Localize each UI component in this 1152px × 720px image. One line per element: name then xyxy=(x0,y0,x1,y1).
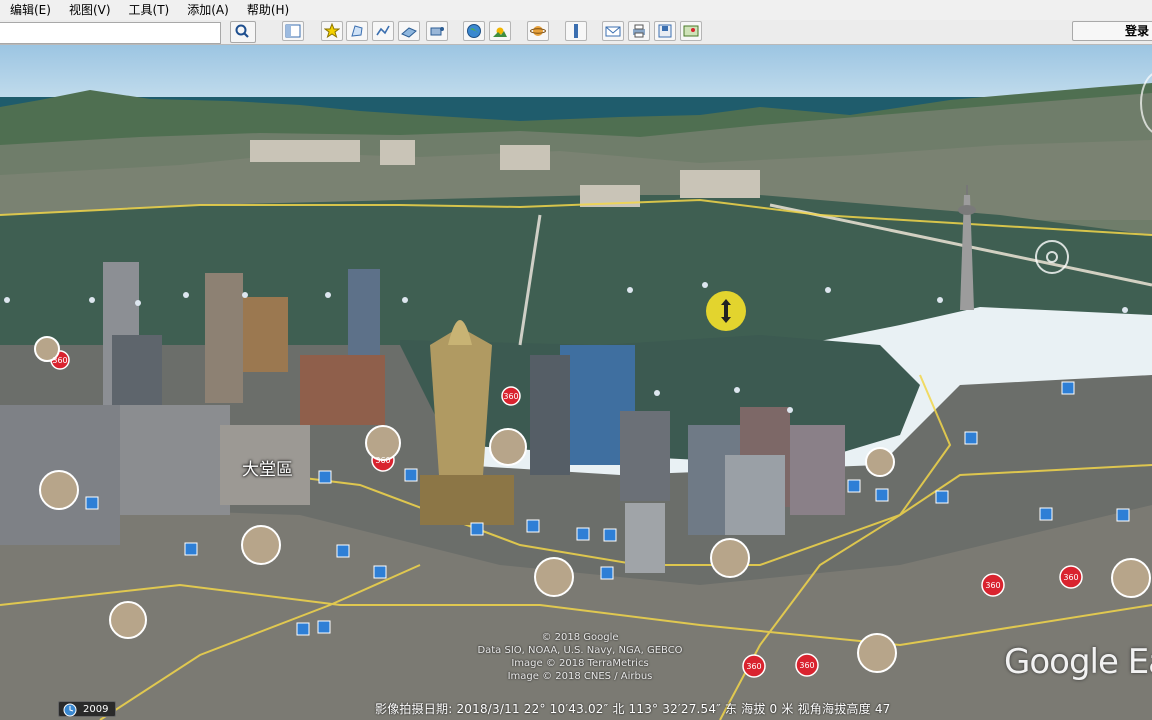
menu-edit[interactable]: 编辑(E) xyxy=(0,1,59,19)
record-tour-button[interactable] xyxy=(426,21,448,41)
planet-icon xyxy=(530,26,546,36)
polygon-icon xyxy=(351,25,363,37)
sidebar-button[interactable] xyxy=(282,21,304,41)
bay-water xyxy=(0,195,1152,365)
search-icon xyxy=(235,24,249,38)
historical-imagery-year[interactable]: 2009 xyxy=(58,701,116,717)
search-button[interactable] xyxy=(230,21,256,43)
login-button[interactable]: 登录 xyxy=(1072,21,1152,41)
overlay-icon xyxy=(401,27,417,38)
tour-icon xyxy=(430,27,444,36)
email-button[interactable] xyxy=(602,21,624,41)
copyright-line: Data SIO, NOAA, U.S. Navy, NGA, GEBCO xyxy=(477,645,683,656)
menu-tools[interactable]: 工具(T) xyxy=(119,1,178,19)
toolbar: 登录 xyxy=(0,20,1152,45)
print-icon xyxy=(633,24,645,38)
status-coordinates: 影像拍摄日期: 2018/3/11 22° 10′43.02″ 北 113° 3… xyxy=(375,702,891,716)
add-polygon-button[interactable] xyxy=(346,21,368,41)
tilt-cursor xyxy=(706,291,746,331)
add-overlay-button[interactable] xyxy=(398,21,420,41)
sidebar-icon xyxy=(285,24,301,38)
placemark-icon xyxy=(324,23,340,39)
view-in-maps-icon xyxy=(683,25,699,37)
earth-icon xyxy=(467,24,481,38)
sunlight-icon xyxy=(493,27,507,37)
badge-360-label: 360 xyxy=(746,662,761,671)
path-icon xyxy=(376,25,390,36)
save-image-button[interactable] xyxy=(654,21,676,41)
print-button[interactable] xyxy=(628,21,650,41)
ruler-button[interactable] xyxy=(565,21,587,41)
copyright-line: © 2018 Google xyxy=(541,632,619,643)
badge-360-label: 360 xyxy=(985,581,1000,590)
copyright-line: Image © 2018 CNES / Airbus xyxy=(507,671,653,682)
imagery-copyright: © 2018 Google Data SIO, NOAA, U.S. Navy,… xyxy=(440,631,720,683)
email-icon xyxy=(605,26,621,37)
menu-bar: 编辑(E) 视图(V) 工具(T) 添加(A) 帮助(H) xyxy=(0,0,1152,20)
copyright-line: Image © 2018 TerraMetrics xyxy=(511,658,649,669)
add-path-button[interactable] xyxy=(372,21,394,41)
add-placemark-button[interactable] xyxy=(321,21,343,41)
status-bar: 2009 影像拍摄日期: 2018/3/11 22° 10′43.02″ 北 1… xyxy=(0,698,1152,720)
badge-360-label: 360 xyxy=(1063,573,1078,582)
map-viewport[interactable]: 360 360 360 360 360 360 360 大堂區 © 2018 Google … xyxy=(0,45,1152,720)
badge-360-label: 360 xyxy=(375,456,390,465)
switch-planet-button[interactable] xyxy=(527,21,549,41)
year-label: 2009 xyxy=(83,704,109,715)
aerial-scene: 360 360 360 360 360 360 360 xyxy=(0,83,1152,720)
menu-view[interactable]: 视图(V) xyxy=(59,1,119,19)
clock-icon xyxy=(63,703,77,717)
ruler-icon xyxy=(574,24,578,38)
historical-imagery-button[interactable] xyxy=(463,21,485,41)
menu-help[interactable]: 帮助(H) xyxy=(237,1,297,19)
badge-360-label: 360 xyxy=(52,356,67,365)
district-label: 大堂區 xyxy=(242,460,293,480)
google-earth-logo: Google Ea xyxy=(1004,642,1152,682)
save-image-icon xyxy=(658,24,672,38)
badge-360-label: 360 xyxy=(799,661,814,670)
sunlight-button[interactable] xyxy=(489,21,511,41)
view-in-maps-button[interactable] xyxy=(680,21,702,41)
menu-add[interactable]: 添加(A) xyxy=(177,1,237,19)
search-input[interactable] xyxy=(0,22,221,44)
badge-360-label: 360 xyxy=(503,392,518,401)
